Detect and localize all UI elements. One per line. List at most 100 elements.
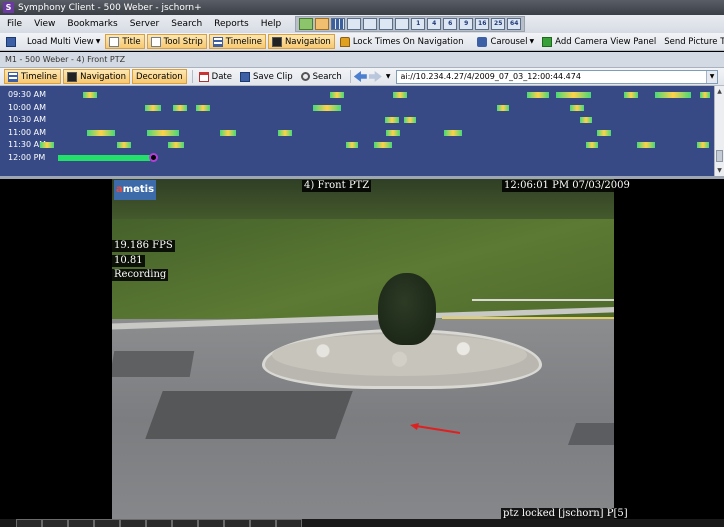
tab-camera-view[interactable]: M1 - 500 Weber - 4) Front PTZ (5, 55, 125, 64)
recording-segment[interactable] (624, 92, 638, 98)
timeline-row[interactable]: 09:30 AM (0, 89, 714, 101)
recording-segment[interactable] (404, 117, 416, 123)
recording-segment[interactable] (697, 142, 709, 148)
recording-segment[interactable] (637, 142, 655, 148)
recording-segment[interactable] (374, 142, 392, 148)
layout-9-icon[interactable]: 9 (459, 18, 474, 30)
menu-bookmarks[interactable]: Bookmarks (61, 19, 123, 29)
timeline-toggle[interactable]: Timeline (208, 34, 266, 49)
recording-segment[interactable] (58, 154, 150, 161)
layout-grid-icon[interactable] (331, 18, 346, 30)
menu-file[interactable]: File (0, 19, 28, 29)
layout-table-icon[interactable] (395, 18, 410, 30)
title-toggle[interactable]: Title (105, 34, 145, 49)
bottom-control-button[interactable] (198, 519, 224, 527)
recording-timeline[interactable]: 09:30 AM 10:00 AM 10:30 AM 11:00 AM 11:30 AM… (0, 86, 724, 176)
scroll-up-icon[interactable]: ▲ (716, 88, 723, 95)
recording-segment[interactable] (147, 129, 179, 136)
recording-segment[interactable] (586, 142, 598, 148)
recording-segment[interactable] (580, 117, 592, 123)
address-field[interactable]: ai://10.234.4.27/4/2009_07_03_12:00:44.4… (396, 69, 718, 84)
chevron-down-icon[interactable]: ▼ (386, 73, 391, 80)
timeline-row[interactable]: 10:30 AM (0, 114, 714, 126)
ptz-move-icon[interactable] (363, 18, 378, 30)
recording-segment[interactable] (117, 142, 131, 148)
layout-25-icon[interactable]: 25 (491, 18, 506, 30)
forward-arrow-icon[interactable] (368, 71, 382, 82)
carousel-button[interactable]: Carousel ▼ (474, 34, 537, 49)
search-button[interactable]: Search (298, 69, 345, 84)
recording-segment[interactable] (527, 92, 549, 98)
layout-split-icon[interactable] (347, 18, 362, 30)
bottom-control-button[interactable] (16, 519, 42, 527)
back-arrow-icon[interactable] (353, 71, 367, 82)
recording-segment[interactable] (393, 92, 407, 98)
bottom-control-button[interactable] (224, 519, 250, 527)
scroll-thumb[interactable] (716, 150, 723, 162)
layout-64-icon[interactable]: 64 (507, 18, 522, 30)
bottom-control-button[interactable] (172, 519, 198, 527)
panel-decoration-toggle[interactable]: Decoration (132, 69, 187, 84)
timeline-row[interactable]: 11:00 AM (0, 127, 714, 139)
layout-wide-icon[interactable] (379, 18, 394, 30)
save-layout-button[interactable] (3, 34, 22, 49)
bottom-control-button[interactable] (276, 519, 302, 527)
menu-server[interactable]: Server (124, 19, 166, 29)
recording-segment[interactable] (40, 142, 54, 148)
recording-segment[interactable] (168, 142, 184, 148)
save-clip-button[interactable]: Save Clip (237, 69, 296, 84)
bottom-control-button[interactable] (250, 519, 276, 527)
lock-times-button[interactable]: Lock Times On Navigation (337, 34, 467, 49)
recording-segment[interactable] (700, 92, 710, 98)
recording-segment[interactable] (313, 104, 341, 111)
panel-navigation-toggle[interactable]: Navigation (63, 69, 131, 84)
date-button[interactable]: Date (196, 69, 235, 84)
timeline-row[interactable]: 10:00 AM (0, 102, 714, 114)
recording-segment[interactable] (330, 92, 344, 98)
scroll-down-icon[interactable]: ▼ (716, 167, 723, 174)
bottom-control-button[interactable] (120, 519, 146, 527)
layout-4-icon[interactable]: 4 (427, 18, 442, 30)
recording-segment[interactable] (220, 129, 236, 136)
recording-segment[interactable] (87, 129, 115, 136)
panel-timeline-toggle[interactable]: Timeline (4, 69, 62, 84)
address-dropdown-icon[interactable]: ▼ (706, 70, 717, 83)
recording-segment[interactable] (655, 92, 691, 98)
bottom-control-button[interactable] (146, 519, 172, 527)
tool-strip-toggle[interactable]: Tool Strip (146, 34, 207, 49)
edit-icon[interactable] (315, 18, 330, 30)
camera-video-feed[interactable] (112, 179, 614, 519)
recording-segment[interactable] (597, 129, 611, 136)
recording-segment[interactable] (83, 92, 97, 98)
menu-reports[interactable]: Reports (208, 19, 255, 29)
menu-view[interactable]: View (28, 19, 61, 29)
timeline-row[interactable]: 11:30 AM (0, 139, 714, 151)
navigation-toggle[interactable]: Navigation (267, 34, 335, 49)
playhead-cursor[interactable] (149, 152, 158, 162)
bottom-control-button[interactable] (94, 519, 120, 527)
bottom-control-button[interactable] (68, 519, 94, 527)
recording-segment[interactable] (444, 129, 462, 136)
recording-segment[interactable] (278, 129, 292, 136)
recording-segment[interactable] (173, 104, 187, 111)
menu-search[interactable]: Search (165, 19, 208, 29)
recording-segment[interactable] (385, 117, 399, 123)
recording-segment[interactable] (497, 104, 509, 111)
recording-segment[interactable] (196, 104, 210, 111)
recording-segment[interactable] (556, 92, 591, 98)
timeline-scrollbar[interactable]: ▲ ▼ (714, 86, 724, 176)
layout-1-icon[interactable]: 1 (411, 18, 426, 30)
load-multi-view-button[interactable]: Load Multi View ▼ (24, 34, 103, 49)
timeline-row[interactable]: 12:00 PM (0, 152, 714, 164)
send-picture-to-button[interactable]: Send Picture To▼ (661, 34, 724, 49)
layout-16-icon[interactable]: 16 (475, 18, 490, 30)
add-camera-view-panel-button[interactable]: Add Camera View Panel (539, 34, 659, 49)
layout-6-icon[interactable]: 6 (443, 18, 458, 30)
recording-segment[interactable] (346, 142, 358, 148)
recording-segment[interactable] (386, 129, 400, 136)
refresh-icon[interactable] (299, 18, 314, 30)
recording-segment[interactable] (145, 104, 161, 111)
recording-segment[interactable] (570, 104, 584, 111)
bottom-control-button[interactable] (42, 519, 68, 527)
menu-help[interactable]: Help (255, 19, 288, 29)
